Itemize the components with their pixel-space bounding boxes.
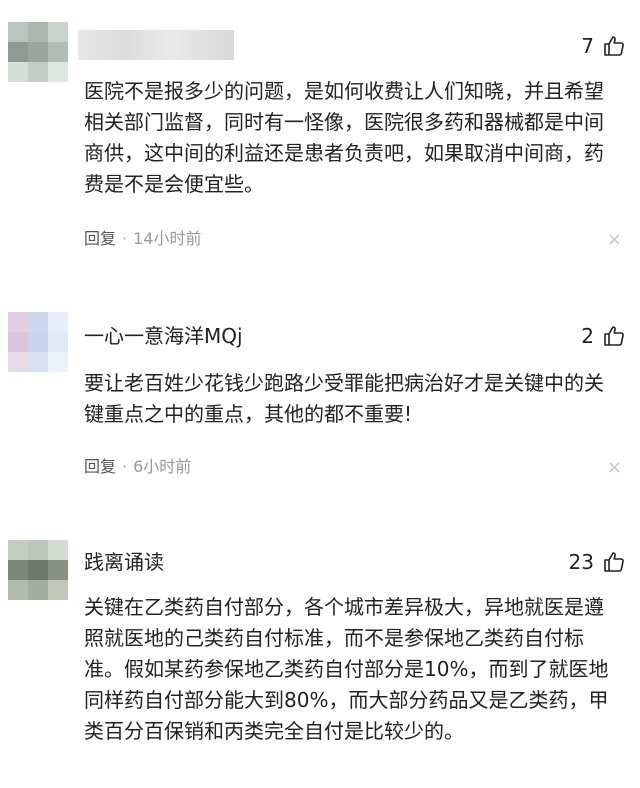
comment-text: 要让老百姓少花钱少跑路少受罪能把病治好才是关键中的关键重点之中的重点，其他的都不… (84, 371, 604, 426)
thumbs-up-icon (604, 552, 624, 572)
thumbs-up-icon (604, 326, 624, 346)
thumbs-up-icon (604, 36, 624, 56)
comment-time: 14小时前 (133, 229, 202, 248)
close-icon[interactable]: × (607, 457, 622, 479)
avatar[interactable] (8, 312, 68, 372)
like-button[interactable]: 7 (581, 32, 626, 60)
avatar[interactable] (8, 22, 68, 82)
meta-separator: · (122, 457, 128, 476)
comment-meta: 回复 · 14小时前 (84, 228, 201, 250)
close-icon[interactable]: × (607, 229, 622, 251)
username-blurred (78, 30, 234, 60)
reply-button[interactable]: 回复 (84, 457, 116, 476)
username[interactable]: 践离诵读 (84, 548, 164, 576)
comment-text: 医院不是报多少的问题，是如何收费让人们知晓，并且希望相关部门监督，同时有一怪像，… (84, 79, 604, 196)
like-button[interactable]: 23 (569, 548, 626, 576)
meta-separator: · (122, 229, 128, 248)
like-count: 23 (568, 550, 594, 574)
like-count: 2 (581, 324, 594, 348)
reply-button[interactable]: 回复 (84, 229, 116, 248)
comment-time: 6小时前 (133, 457, 192, 476)
avatar[interactable] (8, 540, 68, 600)
username[interactable]: 一心一意海洋MQj (84, 322, 243, 350)
like-button[interactable]: 2 (581, 322, 626, 350)
like-count: 7 (581, 34, 594, 58)
comment-meta: 回复 · 6小时前 (84, 456, 191, 478)
comment-text: 关键在乙类药自付部分，各个城市差异极大，异地就医是遵照就医地的己类药自付标准，而… (84, 595, 609, 743)
